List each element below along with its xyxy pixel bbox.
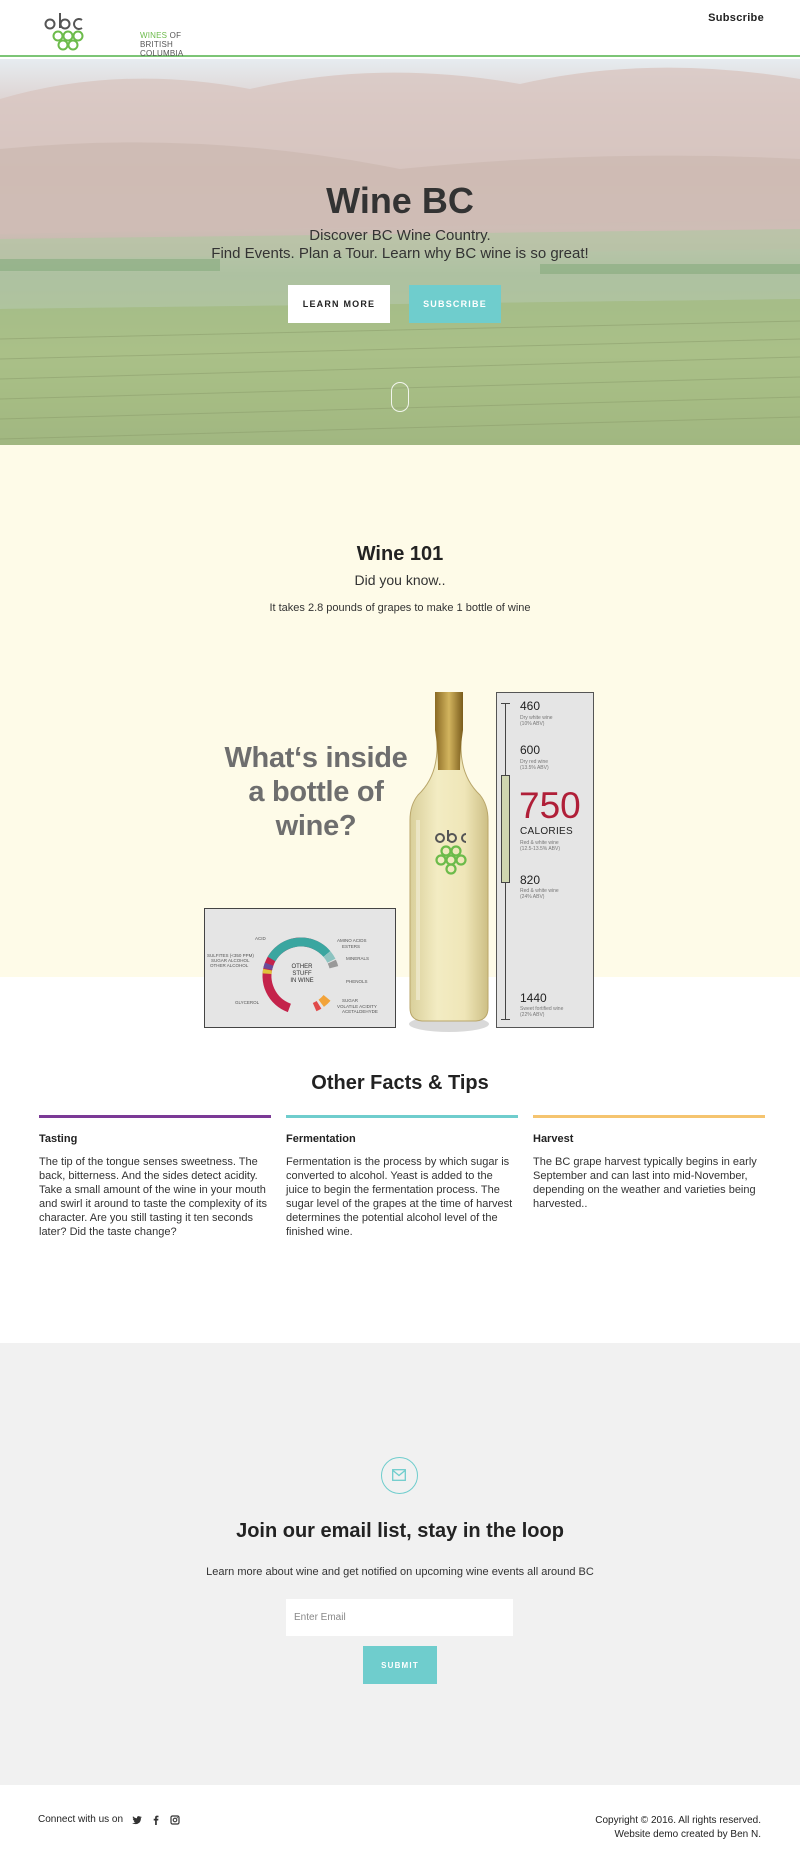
connect-label: Connect with us on xyxy=(38,1814,124,1825)
submit-button[interactable]: SUBMIT xyxy=(363,1646,437,1684)
email-subtitle: Learn more about wine and get notified o… xyxy=(206,1566,594,1578)
calories-460-note2: (10% ABV) xyxy=(520,721,545,727)
wine-bottle-image xyxy=(409,692,489,1032)
donut-center-label: OTHER STUFF IN WINE xyxy=(289,964,315,985)
logo-of-word: OF xyxy=(167,31,182,40)
donut-label-phenols: PHENOLS xyxy=(346,979,368,984)
calories-tick xyxy=(501,1019,510,1020)
instagram-icon[interactable] xyxy=(170,1814,180,1825)
hero-subtitle-line1: Discover BC Wine Country. xyxy=(309,227,491,244)
hero-subscribe-button[interactable]: SUBSCRIBE xyxy=(409,285,501,323)
infographic-headline-line1: What‘s inside xyxy=(224,742,408,774)
calories-750-note: Red & white wine (12.5-13.5% ABV) xyxy=(520,840,560,852)
calories-1440: 1440 xyxy=(520,991,547,1005)
calories-750-big: 750 xyxy=(519,785,581,826)
fact-fermentation: Fermentation Fermentation is the process… xyxy=(286,1115,518,1239)
calories-tick xyxy=(501,703,510,704)
email-title: Join our email list, stay in the loop xyxy=(236,1520,564,1542)
wines-bc-logo[interactable]: WINES OF BRITISH COLUMBIA xyxy=(44,10,183,58)
calories-range-bar xyxy=(501,775,510,883)
fact-harvest-heading: Harvest xyxy=(533,1133,574,1145)
twitter-icon[interactable] xyxy=(132,1815,143,1825)
footer-copyright: Copyright © 2016. All rights reserved. W… xyxy=(595,1814,761,1842)
fact-fermentation-heading: Fermentation xyxy=(286,1133,356,1145)
calories-820: 820 xyxy=(520,873,541,887)
email-input[interactable] xyxy=(286,1599,513,1636)
infographic-headline-line2: a bottle of wine? xyxy=(248,776,384,842)
connect-with-us: Connect with us on xyxy=(38,1814,180,1825)
donut-label-glycerol: GLYCEROL xyxy=(235,1000,260,1005)
calories-600-note: Dry red wine (13.5% ABV) xyxy=(520,759,549,771)
nav-subscribe-link[interactable]: Subscribe xyxy=(708,12,764,24)
donut-center-line1: OTHER xyxy=(291,964,313,970)
infographic-headline: What‘s inside a bottle of wine? xyxy=(206,741,426,843)
fact-tasting-text: The tip of the tongue senses sweetness. … xyxy=(39,1156,268,1238)
calories-460: 460 xyxy=(520,699,541,713)
calories-panel: 460 Dry white wine (10% ABV) 600 Dry red… xyxy=(496,692,594,1028)
site-header: WINES OF BRITISH COLUMBIA Subscribe xyxy=(0,0,800,58)
credit-text: Website demo created by Ben N. xyxy=(614,1829,761,1840)
copyright-text: Copyright © 2016. All rights reserved. xyxy=(595,1815,761,1826)
grape-logo-icon xyxy=(44,13,84,51)
hero-buttons: LEARN MORE SUBSCRIBE xyxy=(0,285,800,325)
donut-label-minerals: MINERALS xyxy=(346,956,370,961)
calories-1440-note: Sweet fortified wine (22% ABV) xyxy=(520,1006,563,1018)
calories-600-note2: (13.5% ABV) xyxy=(520,765,549,771)
donut-label-sugar: SUGAR xyxy=(342,998,359,1003)
page: WINES OF BRITISH COLUMBIA Subscribe Wine… xyxy=(0,0,800,1871)
hero-content: Wine BC Discover BC Wine Country. Find E… xyxy=(0,179,800,263)
wine-101-title: Wine 101 xyxy=(356,543,444,565)
scroll-down-icon[interactable] xyxy=(391,382,409,412)
fact-harvest-bar xyxy=(533,1115,765,1118)
hero-subtitle-line2: Find Events. Plan a Tour. Learn why BC w… xyxy=(211,245,589,262)
other-stuff-donut-panel: OTHER STUFF IN WINE ACID SULFITES (<350 … xyxy=(204,908,396,1028)
logo-wordmark: WINES OF BRITISH COLUMBIA xyxy=(140,31,183,58)
learn-more-button[interactable]: LEARN MORE xyxy=(288,285,390,323)
donut-label-esters: ESTERS xyxy=(342,944,361,949)
logo-wines-word: WINES xyxy=(140,31,168,40)
donut-center-line3: IN WINE xyxy=(290,978,314,984)
wine-101-section: Wine 101 Did you know.. It takes 2.8 pou… xyxy=(0,445,800,977)
calories-unit-label: CALORIES xyxy=(520,826,573,837)
fact-tasting-heading: Tasting xyxy=(39,1133,78,1145)
wine-101-subtitle: Did you know.. xyxy=(354,572,446,588)
donut-label-acetaldehyde: ACETALDEHYDE xyxy=(342,1009,378,1014)
wine-101-fact: It takes 2.8 pounds of grapes to make 1 … xyxy=(269,602,531,614)
calories-600: 600 xyxy=(520,743,541,757)
calories-750-note2: (12.5-13.5% ABV) xyxy=(520,846,561,852)
facebook-icon[interactable] xyxy=(151,1815,161,1825)
site-footer: Connect with us on Copyright © 2016. All… xyxy=(0,1785,800,1871)
mail-icon xyxy=(381,1457,418,1494)
donut-label-amino-acids: AMINO ACIDS xyxy=(337,938,367,943)
hero-title: Wine BC xyxy=(326,180,474,221)
fact-fermentation-bar xyxy=(286,1115,518,1118)
fact-harvest: Harvest The BC grape harvest typically b… xyxy=(533,1115,765,1211)
fact-harvest-text: The BC grape harvest typically begins in… xyxy=(533,1156,757,1210)
fact-tasting-bar xyxy=(39,1115,271,1118)
calories-820-note2: (24% ABV) xyxy=(520,894,545,900)
donut-label-acid: ACID xyxy=(255,936,266,941)
calories-820-note: Red & white wine (24% ABV) xyxy=(520,888,559,900)
donut-center-line2: STUFF xyxy=(292,971,312,977)
fact-fermentation-text: Fermentation is the process by which sug… xyxy=(286,1156,513,1238)
calories-460-note: Dry white wine (10% ABV) xyxy=(520,715,553,727)
logo-british-columbia: BRITISH COLUMBIA xyxy=(140,40,184,58)
facts-title: Other Facts & Tips xyxy=(311,1072,489,1094)
fact-tasting: Tasting The tip of the tongue senses swe… xyxy=(39,1115,271,1239)
donut-label-other-alcohol: OTHER ALCOHOL xyxy=(210,963,249,968)
hero-section: Wine BC Discover BC Wine Country. Find E… xyxy=(0,59,800,445)
calories-1440-note2: (22% ABV) xyxy=(520,1012,545,1018)
email-signup-section: Join our email list, stay in the loop Le… xyxy=(0,1343,800,1785)
